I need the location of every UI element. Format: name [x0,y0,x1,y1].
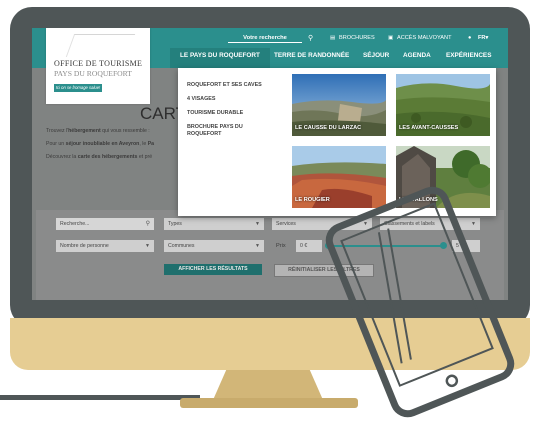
communes-select[interactable]: Communes ▼ [164,240,264,252]
logo-subtitle: PAYS DU ROQUEFORT [54,69,132,78]
accessibility-link[interactable]: ACCÈS MALVOYANT [397,35,452,41]
type-select[interactable]: Types ▼ [164,218,264,230]
search-icon: ⚲ [145,221,150,227]
search-icon[interactable]: ⚲ [308,34,313,42]
caret-down-icon: ▼ [255,221,260,227]
menu-link-4-visages[interactable]: 4 VISAGES [187,96,215,103]
tablet-illustration [325,186,515,418]
intro-line-3: Découvrez la carte des hébergements et p… [46,154,153,160]
logo-tagline: Ici on se fromage salue! [54,84,102,92]
accessibility-icon: ▣ [388,35,394,41]
tile-avant-causses[interactable]: LES AVANT-CAUSSES [396,74,490,136]
price-label: Prix [276,243,286,249]
nav-item-experiences[interactable]: EXPÉRIENCES [446,52,491,59]
intro-line-2: Pour un séjour inoubliable en Aveyron, l… [46,141,155,147]
tile-causse-larzac[interactable]: LE CAUSSE DU LARZAC [292,74,386,136]
tile-label: LES AVANT-CAUSSES [399,125,459,131]
caret-down-icon: ▼ [145,243,150,249]
site-logo[interactable]: OFFICE DE TOURISME PAYS DU ROQUEFORT Ici… [46,28,150,104]
brochures-icon: ▤ [330,35,336,41]
logo-sketch-lines [65,34,136,57]
nav-item-agenda[interactable]: AGENDA [403,52,431,59]
monitor-cable [0,395,200,412]
language-selector[interactable]: FR▾ [478,35,488,41]
tile-label: LE CAUSSE DU LARZAC [295,125,362,131]
caret-down-icon: ▼ [255,243,260,249]
menu-link-brochure[interactable]: BROCHURE PAYS DU ROQUEFORT [187,124,257,138]
menu-link-roquefort-caves[interactable]: ROQUEFORT ET SES CAVES [187,82,262,89]
nav-item-randonnee[interactable]: TERRE DE RANDONNÉE [274,52,349,59]
search-filter-input[interactable]: Recherche... ⚲ [56,218,154,230]
personnes-select[interactable]: Nombre de personne ▼ [56,240,154,252]
intro-line-1: Trouvez l'hébergement qui vous ressemble… [46,128,150,134]
brochures-link[interactable]: BROCHURES [339,35,375,41]
nav-item-sejour[interactable]: SÉJOUR [363,52,389,59]
logo-title: OFFICE DE TOURISME [54,59,143,68]
menu-link-tourisme-durable[interactable]: TOURISME DURABLE [187,110,243,117]
header-search-input[interactable]: Votre recherche [228,34,302,43]
nav-item-pays-du-roquefort[interactable]: LE PAYS DU ROQUEFORT [180,52,260,59]
show-results-button[interactable]: AFFICHER LES RÉSULTATS [164,264,262,275]
language-icon: ● [468,35,472,41]
